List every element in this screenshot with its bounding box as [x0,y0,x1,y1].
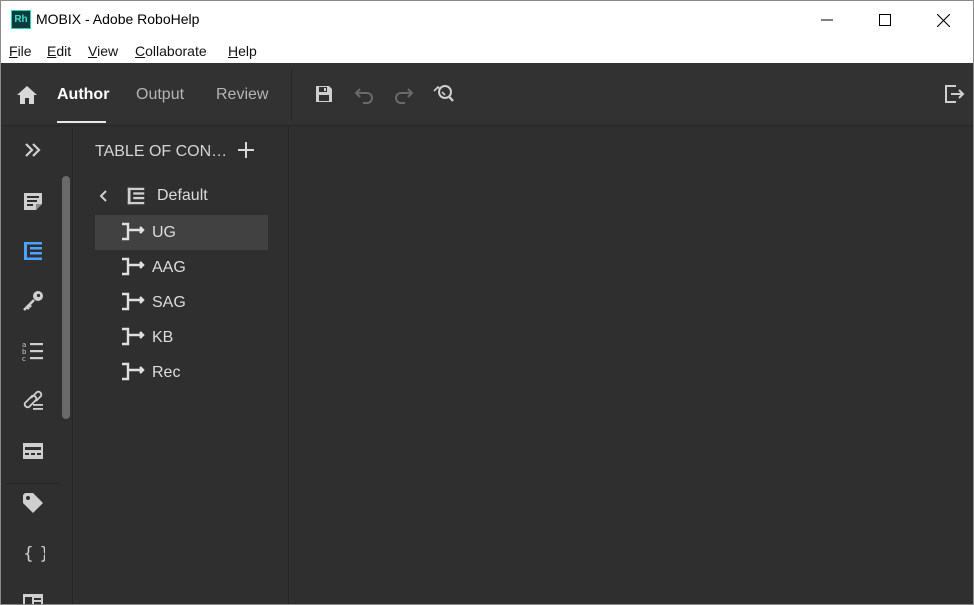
exit-icon[interactable] [942,82,966,106]
save-icon[interactable] [313,83,335,105]
glossary-icon[interactable]: a b c [21,339,45,363]
menu-view[interactable]: View [88,43,118,59]
menu-file[interactable]: File [9,43,32,59]
toc-item-aag[interactable]: AAG [95,250,268,285]
tab-author[interactable]: Author [57,86,109,104]
toc-root-default[interactable]: Default [95,183,275,211]
topic-reference-icon [122,362,145,381]
active-tab-underline [57,121,106,123]
svg-text:c: c [22,355,26,363]
top-toolbar: Author Output Review [1,63,973,126]
toc-root-label: Default [157,187,208,204]
key-icon[interactable] [21,289,45,313]
rail-divider [5,483,60,484]
topic-reference-icon [122,292,145,311]
toc-item-ug[interactable]: UG [95,215,268,250]
chevron-left-icon[interactable] [97,189,111,203]
toolbar-divider [291,69,292,121]
links-icon[interactable] [21,389,45,413]
toc-book-icon [127,187,145,205]
toc-item-label: Rec [152,364,181,381]
menu-collaborate[interactable]: Collaborate [135,43,207,59]
toc-icon[interactable] [21,239,45,263]
home-icon[interactable] [15,83,39,107]
topic-reference-icon [122,327,145,346]
toc-panel-title: TABLE OF CONTENTS [95,143,231,160]
close-icon [936,13,950,27]
add-icon[interactable] [235,139,257,161]
editor-area [290,127,973,604]
toc-item-label: AAG [152,259,186,276]
undo-icon[interactable] [353,83,375,105]
topic-reference-icon [122,257,145,276]
toc-item-kb[interactable]: KB [95,320,268,355]
toc-item-rec[interactable]: Rec [95,355,268,390]
rail-scrollbar[interactable] [62,176,70,419]
tag-icon[interactable] [21,491,45,515]
topic-reference-icon [122,222,145,241]
svg-text:{ }: { } [23,544,45,564]
menu-edit[interactable]: Edit [47,43,71,59]
robohelp-logo-icon: Rh [11,10,31,29]
window-title: MOBIX - Adobe RoboHelp [36,11,200,27]
toc-item-label: SAG [152,294,186,311]
expand-icon[interactable] [21,138,45,162]
card-icon[interactable] [21,589,45,605]
snippets-icon[interactable] [21,439,45,463]
toc-item-label: KB [152,329,174,346]
menu-bar: File Edit View Collaborate Help [1,39,973,63]
close-button[interactable] [914,1,972,39]
title-bar: Rh MOBIX - Adobe RoboHelp [1,1,973,39]
app-window: Rh MOBIX - Adobe RoboHelp File Edit View… [0,0,974,605]
toc-item-sag[interactable]: SAG [95,285,268,320]
minimize-icon [821,19,833,21]
find-replace-icon[interactable] [433,83,455,105]
toc-panel: TABLE OF CONTENTS Default [73,127,289,604]
redo-icon[interactable] [393,83,415,105]
maximize-button[interactable] [856,1,914,39]
tab-output[interactable]: Output [136,86,184,104]
menu-help[interactable]: Help [228,43,257,59]
toc-item-label: UG [152,224,176,241]
minimize-button[interactable] [798,1,856,39]
left-icon-rail: a b c { [1,127,73,605]
variables-icon[interactable]: { } [21,541,45,565]
maximize-icon [879,14,891,26]
tab-review[interactable]: Review [216,86,268,104]
robohelp-workspace: Author Output Review a b c {TABLE OF CO… [1,63,973,605]
contents-icon[interactable] [21,189,45,213]
